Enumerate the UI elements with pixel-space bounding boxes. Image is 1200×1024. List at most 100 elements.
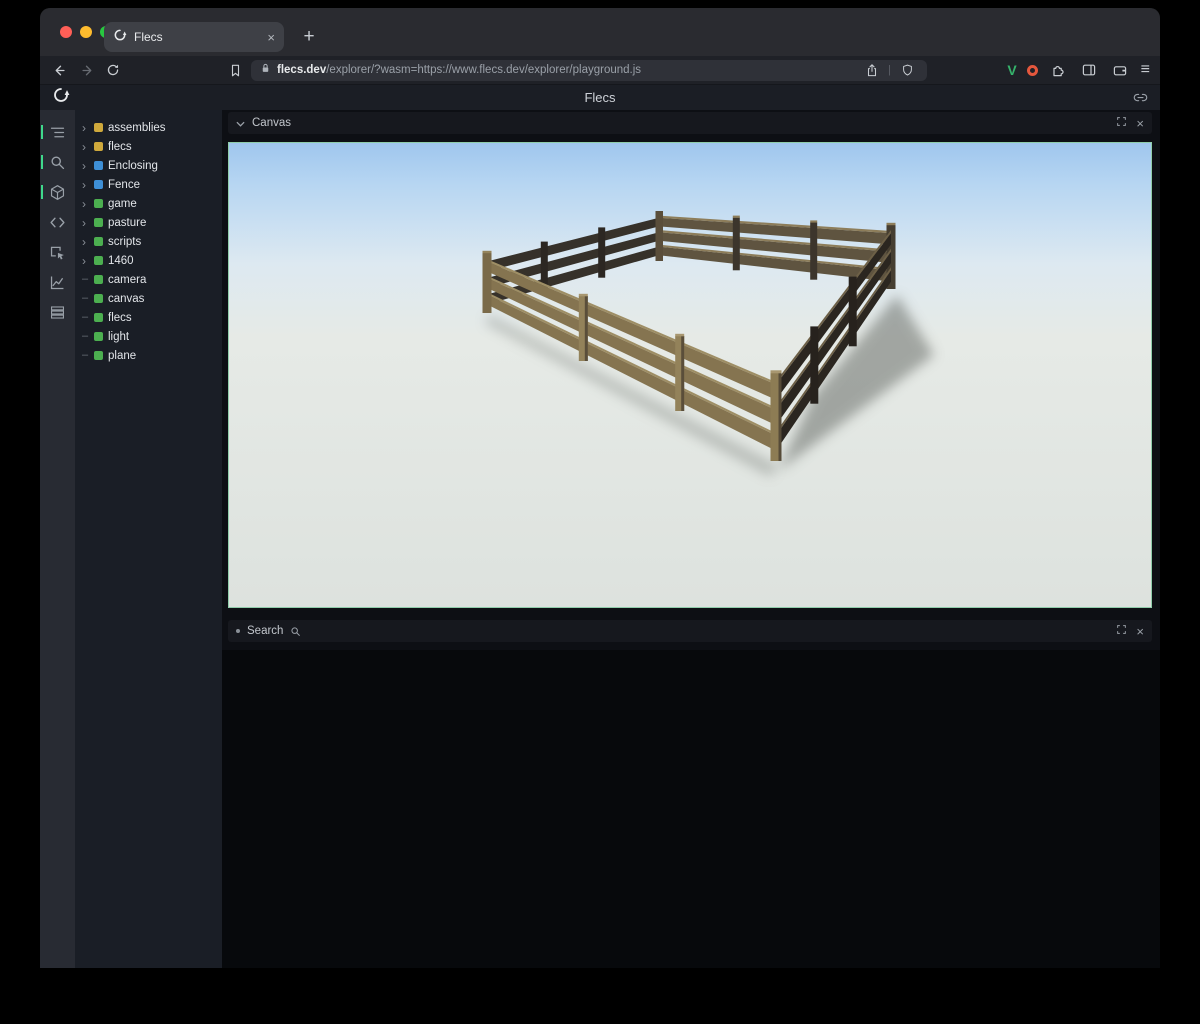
search-panel-header[interactable]: Search × [228,620,1152,642]
search-tool-icon[interactable] [46,150,70,174]
chevron-right-icon[interactable]: › [82,198,89,210]
url-path: /explorer/?wasm=https://www.flecs.dev/ex… [326,64,641,76]
reload-button[interactable] [102,60,123,81]
sidebar-toggle-icon[interactable] [1079,60,1100,81]
tree-item-label: canvas [108,293,144,305]
tree-item-assemblies[interactable]: ›assemblies [75,118,222,137]
puzzle-extensions-icon[interactable] [1048,60,1069,81]
tool-icon-strip [40,110,75,968]
search-icon [290,626,301,637]
bookmark-icon[interactable] [225,60,246,81]
panel-dot-icon[interactable] [236,629,240,633]
tree-item-1460[interactable]: ›1460 [75,251,222,270]
close-window-button[interactable] [60,26,72,38]
link-icon[interactable] [1133,90,1148,105]
entity-color-swatch [94,237,103,246]
share-icon[interactable] [861,60,882,81]
canvas-panel-controls: × [1116,114,1144,132]
browser-window: Flecs × + flecs.dev/explorer/?wasm=https… [40,8,1160,968]
chevron-right-icon[interactable]: › [82,236,89,248]
url-host: flecs.dev [277,64,326,76]
tree-leaf-dash-icon: – [82,274,89,285]
tree-leaf-dash-icon: – [82,331,89,342]
new-tab-button[interactable]: + [296,24,322,50]
chevron-right-icon[interactable]: › [82,122,89,134]
chevron-right-icon[interactable]: › [82,160,89,172]
chevron-right-icon[interactable]: › [82,141,89,153]
tree-leaf-dash-icon: – [82,312,89,323]
back-button[interactable] [50,60,71,81]
tree-leaf-dash-icon: – [82,350,89,361]
canvas-panel-title: Canvas [252,117,291,129]
entity-color-swatch [94,313,103,322]
entity-color-swatch [94,218,103,227]
close-icon[interactable]: × [1136,625,1144,638]
fence-scene [229,143,1151,607]
v-extension-icon[interactable]: V [1007,62,1016,78]
urlbar-separator: | [888,64,891,76]
tree-item-label: plane [108,350,136,362]
flecs-logo-icon [52,86,70,109]
entity-color-swatch [94,275,103,284]
entity-color-swatch [94,256,103,265]
tree-item-fence[interactable]: › Fence [75,175,222,194]
tree-item-label: light [108,331,129,343]
tree-item-label: Fence [108,179,140,191]
menu-icon[interactable]: ≡ [1141,62,1150,78]
app-header: Flecs [40,84,1160,110]
minimize-window-button[interactable] [80,26,92,38]
search-panel-title: Search [247,625,283,637]
inspect-cursor-icon[interactable] [46,240,70,264]
tree-item-label: flecs [108,141,132,153]
entity-color-swatch [94,332,103,341]
code-icon[interactable] [46,210,70,234]
lock-icon [260,61,271,79]
tree-item-flecs-leaf[interactable]: – flecs [75,308,222,327]
tree-item-plane[interactable]: – plane [75,346,222,365]
canvas-panel-header[interactable]: Canvas × [228,112,1152,134]
search-panel-controls: × [1116,622,1144,640]
close-icon[interactable]: × [1136,117,1144,130]
tree-item-flecs[interactable]: › flecs [75,137,222,156]
red-circle-extension-icon[interactable] [1027,65,1038,76]
tree-item-label: flecs [108,312,132,324]
tree-item-canvas[interactable]: – canvas [75,289,222,308]
tables-rows-icon[interactable] [46,300,70,324]
flecs-favicon-icon [113,28,127,47]
tab-close-icon[interactable]: × [267,31,275,44]
chevron-right-icon[interactable]: › [82,255,89,267]
tree-item-camera[interactable]: –camera [75,270,222,289]
expand-icon[interactable] [1116,114,1127,132]
main-panel-area: Canvas × [222,110,1160,968]
tree-item-scripts[interactable]: › scripts [75,232,222,251]
tree-leaf-dash-icon: – [82,293,89,304]
tree-item-enclosing[interactable]: ›Enclosing [75,156,222,175]
canvas-cube-icon[interactable] [46,180,70,204]
browser-tabstrip: Flecs × + [40,8,1160,56]
chevron-right-icon[interactable]: › [82,179,89,191]
chevron-right-icon[interactable]: › [82,217,89,229]
tree-item-label: pasture [108,217,146,229]
browser-tab[interactable]: Flecs × [104,22,284,52]
canvas-3d-viewport[interactable] [228,142,1152,608]
tab-title: Flecs [134,30,260,44]
entity-color-swatch [94,123,103,132]
tree-item-label: scripts [108,236,141,248]
browser-toolbar: flecs.dev/explorer/?wasm=https://www.fle… [40,56,1160,84]
entity-tree-icon[interactable] [46,120,70,144]
tree-item-label: game [108,198,137,210]
expand-icon[interactable] [1116,622,1127,640]
tree-item-light[interactable]: – light [75,327,222,346]
brave-shield-icon[interactable] [897,60,918,81]
stats-chart-icon[interactable] [46,270,70,294]
search-panel-body[interactable] [222,650,1160,968]
tree-item-pasture[interactable]: › pasture [75,213,222,232]
address-bar[interactable]: flecs.dev/explorer/?wasm=https://www.fle… [251,60,927,81]
tree-item-game[interactable]: › game [75,194,222,213]
entity-color-swatch [94,161,103,170]
chevron-down-icon[interactable] [236,114,245,132]
wallet-icon[interactable] [1110,60,1131,81]
entity-color-swatch [94,351,103,360]
entity-color-swatch [94,294,103,303]
forward-button[interactable] [76,60,97,81]
